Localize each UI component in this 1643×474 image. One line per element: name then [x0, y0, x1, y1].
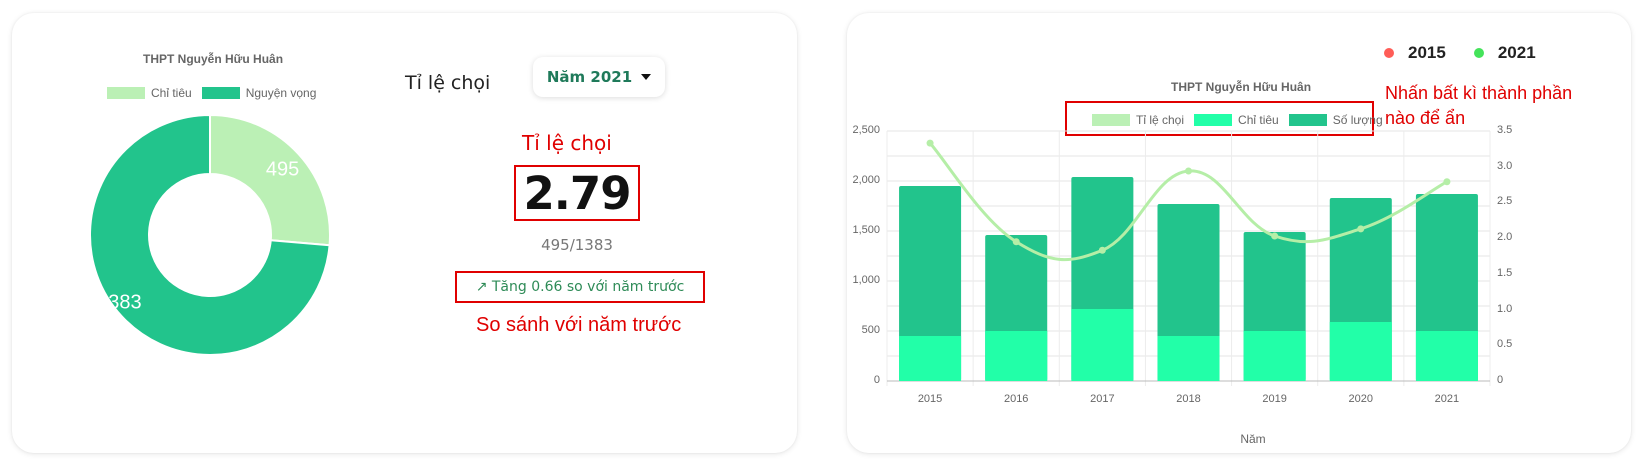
x-tick-label: 2017 — [1090, 393, 1115, 405]
bar-chitieu[interactable] — [985, 331, 1048, 381]
bar-chart[interactable] — [0, 0, 1643, 474]
bar-chitieu[interactable] — [1415, 331, 1478, 381]
y2-tick-label: 3.5 — [1497, 124, 1513, 136]
line-point[interactable] — [1443, 178, 1451, 186]
line-point[interactable] — [1357, 225, 1365, 233]
line-point[interactable] — [1012, 238, 1020, 246]
line-point[interactable] — [1271, 232, 1279, 240]
y-tick-label: 1,000 — [852, 274, 880, 286]
y-tick-label: 0 — [873, 374, 880, 386]
x-tick-label: 2020 — [1348, 393, 1374, 405]
y2-tick-label: 0.5 — [1497, 338, 1513, 351]
x-axis-title: Năm — [1240, 432, 1266, 446]
bar-chitieu[interactable] — [1243, 331, 1306, 381]
y-tick-label: 500 — [861, 324, 880, 336]
y2-tick-label: 2.0 — [1497, 231, 1513, 244]
line-point[interactable] — [1098, 246, 1106, 254]
y-tick-label: 2,500 — [852, 124, 880, 136]
x-tick-label: 2021 — [1434, 393, 1460, 405]
y2-tick-label: 0 — [1497, 374, 1504, 386]
bar-chitieu[interactable] — [1329, 322, 1392, 381]
y2-tick-label: 1.5 — [1497, 266, 1513, 279]
y2-tick-label: 3.0 — [1497, 159, 1513, 172]
bar-chitieu[interactable] — [1071, 309, 1134, 381]
x-tick-label: 2016 — [1003, 393, 1029, 405]
y-tick-label: 1,500 — [852, 224, 880, 236]
line-point[interactable] — [926, 139, 934, 147]
line-point[interactable] — [1185, 167, 1192, 175]
x-tick-label: 2018 — [1176, 393, 1201, 405]
x-tick-label: 2015 — [917, 393, 943, 405]
y2-tick-label: 1.0 — [1497, 302, 1513, 315]
bar-chitieu[interactable] — [899, 336, 962, 381]
y-tick-label: 2,000 — [852, 174, 880, 186]
y2-tick-label: 2.5 — [1497, 195, 1513, 208]
bar-chitieu[interactable] — [1157, 336, 1220, 381]
x-tick-label: 2019 — [1262, 393, 1287, 405]
